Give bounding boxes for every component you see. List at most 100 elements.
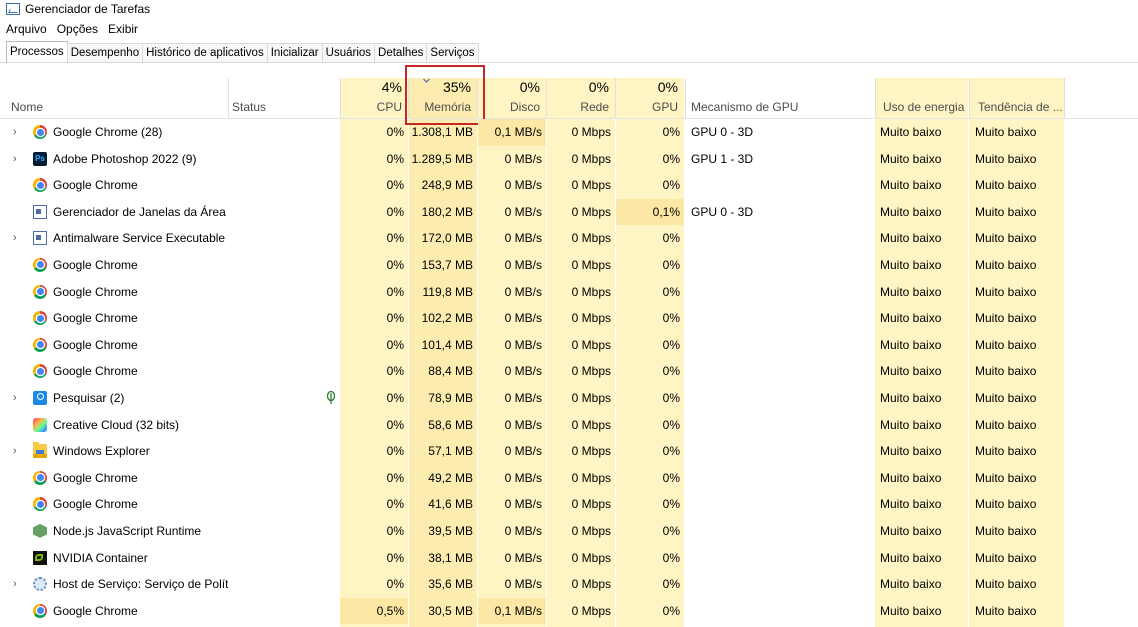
process-name-cell[interactable]: Google Chrome [0, 172, 228, 199]
process-row[interactable]: › Host de Serviço: Serviço de Polít... 0% 3… [0, 571, 1138, 598]
process-row[interactable]: Google Chrome 0% 248,9 MB 0 MB/s 0 Mbps 0% Mui… [0, 172, 1138, 199]
process-name-cell[interactable]: Creative Cloud (32 bits) [0, 412, 228, 439]
process-row[interactable]: Gerenciador de Janelas da Área ... 0% 180,… [0, 198, 1138, 226]
memory-cell: 57,1 MB [428, 444, 473, 459]
menu-arquivo[interactable]: Arquivo [0, 22, 51, 36]
memory-cell: 180,2 MB [421, 204, 473, 219]
chrome-icon [33, 603, 47, 618]
header-gpu-engine[interactable]: Mecanismo de GPU [685, 63, 875, 118]
network-cell: 0 Mbps [571, 284, 611, 299]
power-trend-cell: Muito baixo [975, 603, 1037, 618]
gpu-cell: 0% [662, 470, 680, 485]
process-row[interactable]: › Windows Explorer 0% 57,1 MB 0 MB/s 0 Mbps 0%… [0, 438, 1138, 465]
expand-chevron-icon[interactable]: › [13, 146, 23, 173]
process-name-cell[interactable]: › Pesquisar (2) [0, 385, 228, 412]
header-power-trend[interactable]: Tendência de ... [969, 63, 1064, 118]
power-usage-cell: Muito baixo [880, 603, 942, 618]
tab-detalhes[interactable]: Detalhes [374, 43, 428, 62]
network-cell: 0 Mbps [571, 390, 611, 405]
tab-inicializar[interactable]: Inicializar [266, 43, 323, 62]
process-row[interactable]: › Ps Adobe Photoshop 2022 (9) 0% 1.289,5 MB 0… [0, 146, 1138, 173]
process-name-cell[interactable]: › Host de Serviço: Serviço de Polít... [0, 571, 228, 598]
process-name-cell[interactable]: Google Chrome [0, 491, 228, 518]
power-trend-cell: Muito baixo [975, 417, 1037, 432]
process-name: Google Chrome [53, 603, 138, 618]
process-row[interactable]: Google Chrome 0% 153,7 MB 0 MB/s 0 Mbps 0% Mui… [0, 252, 1138, 279]
process-row[interactable]: › Pesquisar (2) 0% 78,9 MB 0 MB/s 0 Mbps 0% Mui… [0, 385, 1138, 412]
process-name-cell[interactable]: Google Chrome [0, 598, 228, 625]
network-cell: 0 Mbps [571, 550, 611, 565]
tab-historico-aplicativos[interactable]: Histórico de aplicativos [142, 43, 268, 62]
memory-cell: 38,1 MB [428, 550, 473, 565]
process-row[interactable]: Google Chrome 0% 88,4 MB 0 MB/s 0 Mbps 0% Muit… [0, 358, 1138, 385]
process-name-cell[interactable]: › Ps Adobe Photoshop 2022 (9) [0, 146, 228, 173]
process-row[interactable]: Google Chrome 0,5% 30,5 MB 0,1 MB/s 0 Mbps 0%… [0, 597, 1138, 625]
nvidia-icon [33, 550, 47, 565]
process-row[interactable]: NVIDIA Container 0% 38,1 MB 0 MB/s 0 Mbps 0% M… [0, 545, 1138, 572]
process-name-cell[interactable]: › Antimalware Service Executable [0, 225, 228, 252]
power-trend-cell: Muito baixo [975, 125, 1037, 139]
expand-chevron-icon[interactable]: › [13, 119, 23, 146]
process-name-cell[interactable]: Google Chrome [0, 465, 228, 492]
expand-chevron-icon[interactable]: › [13, 385, 23, 412]
tab-usuarios[interactable]: Usuários [321, 43, 376, 62]
process-row[interactable]: Node.js JavaScript Runtime 0% 39,5 MB 0 MB/… [0, 518, 1138, 545]
header-network[interactable]: 0% Rede [547, 63, 615, 118]
memory-cell: 119,8 MB [422, 284, 473, 299]
process-name-cell[interactable]: Google Chrome [0, 305, 228, 332]
menu-opcoes[interactable]: Opções [51, 22, 102, 36]
process-name: Google Chrome [53, 284, 138, 299]
process-row[interactable]: Google Chrome 0% 119,8 MB 0 MB/s 0 Mbps 0% Mui… [0, 279, 1138, 306]
process-name-cell[interactable]: Google Chrome [0, 332, 228, 359]
header-gpu[interactable]: 0% GPU [616, 63, 684, 118]
memory-cell: 1.308,1 MB [411, 125, 473, 139]
expand-chevron-icon[interactable]: › [13, 571, 23, 598]
process-name-cell[interactable]: Google Chrome [0, 358, 228, 385]
power-trend-cell: Muito baixo [975, 257, 1037, 272]
header-cpu[interactable]: 4% CPU [340, 63, 408, 118]
process-row[interactable]: Creative Cloud (32 bits) 0% 58,6 MB 0 MB/s 0… [0, 412, 1138, 439]
header-status[interactable]: Status [228, 63, 340, 118]
header-name[interactable]: Nome [0, 63, 228, 118]
power-trend-cell: Muito baixo [975, 523, 1037, 538]
process-row[interactable]: › Antimalware Service Executable 0% 172,0 M… [0, 225, 1138, 252]
network-cell: 0 Mbps [571, 151, 611, 166]
process-row[interactable]: › Google Chrome (28) 0% 1.308,1 MB 0,1 MB/s 0… [0, 119, 1138, 146]
power-usage-cell: Muito baixo [880, 470, 942, 485]
tab-servicos[interactable]: Serviços [426, 43, 479, 62]
column-header: Nome Status 4% CPU 35% Memória 0% Disco … [0, 63, 1138, 118]
process-name-cell[interactable]: › Windows Explorer [0, 438, 228, 465]
memory-cell: 58,6 MB [428, 417, 473, 432]
process-row[interactable]: Google Chrome 0% 49,2 MB 0 MB/s 0 Mbps 0% Muit… [0, 465, 1138, 492]
header-power-label: Uso de energia [883, 100, 965, 114]
tab-desempenho[interactable]: Desempenho [66, 43, 144, 62]
header-power[interactable]: Uso de energia [875, 63, 969, 118]
memory-cell: 35,6 MB [428, 577, 473, 592]
network-cell: 0 Mbps [571, 125, 611, 139]
expand-chevron-icon[interactable]: › [13, 438, 23, 465]
disk-cell: 0 MB/s [504, 284, 542, 299]
process-name-cell[interactable]: Gerenciador de Janelas da Área ... [0, 199, 228, 226]
header-disk[interactable]: 0% Disco [478, 63, 546, 118]
network-cell: 0 Mbps [571, 311, 611, 326]
process-name-cell[interactable]: Google Chrome [0, 252, 228, 279]
expand-chevron-icon[interactable]: › [13, 225, 23, 252]
process-row[interactable]: Google Chrome 0% 102,2 MB 0 MB/s 0 Mbps 0% Mui… [0, 305, 1138, 332]
process-name-cell[interactable]: Node.js JavaScript Runtime [0, 518, 228, 545]
header-separator[interactable] [1064, 78, 1065, 118]
disk-cell: 0 MB/s [504, 151, 542, 166]
network-cell: 0 Mbps [571, 603, 611, 618]
process-name: Windows Explorer [53, 444, 150, 459]
memory-cell: 172,0 MB [421, 231, 473, 246]
memory-cell: 1.289,5 MB [411, 151, 473, 166]
process-name-cell[interactable]: › Google Chrome (28) [0, 119, 228, 146]
process-row[interactable]: Google Chrome 0% 41,6 MB 0 MB/s 0 Mbps 0% Muit… [0, 491, 1138, 518]
tab-processos[interactable]: Processos [6, 41, 68, 62]
process-name-cell[interactable]: Google Chrome [0, 279, 228, 306]
process-name-cell[interactable]: NVIDIA Container [0, 545, 228, 572]
network-cell: 0 Mbps [571, 444, 611, 459]
menu-exibir[interactable]: Exibir [102, 22, 142, 36]
disk-cell: 0 MB/s [504, 257, 542, 272]
process-name: Node.js JavaScript Runtime [53, 523, 202, 538]
process-row[interactable]: Google Chrome 0% 101,4 MB 0 MB/s 0 Mbps 0% Mui… [0, 332, 1138, 359]
